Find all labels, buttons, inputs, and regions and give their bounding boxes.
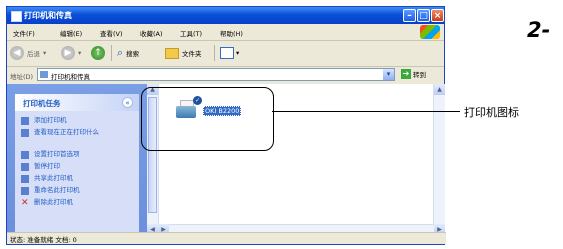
menu-tools[interactable]: 工具(T) bbox=[180, 28, 202, 38]
task-rename[interactable]: 重命名此打印机 bbox=[21, 186, 134, 195]
address-value: 打印机和传真 bbox=[51, 73, 90, 81]
delete-icon: ✕ bbox=[21, 198, 29, 208]
status-text: 状态: 准备就绪 文档: 0 bbox=[10, 236, 77, 244]
printer-tasks-header[interactable]: 打印机任务 « bbox=[15, 94, 139, 111]
queue-icon bbox=[21, 129, 29, 137]
callout-label: 打印机图标 bbox=[464, 106, 519, 119]
up-folder-icon: ↑ bbox=[91, 46, 105, 60]
windows-logo-icon bbox=[420, 25, 440, 39]
leader-line bbox=[272, 111, 460, 112]
folders-button[interactable]: 文件夹 bbox=[165, 45, 202, 61]
task-label: 设置打印首选项 bbox=[34, 150, 80, 158]
go-label: 转到 bbox=[413, 71, 426, 79]
task-pause[interactable]: 暂停打印 bbox=[21, 162, 134, 171]
printer-tasks-title: 打印机任务 bbox=[23, 99, 61, 108]
task-delete[interactable]: ✕ 删除此打印机 bbox=[21, 198, 134, 208]
menu-file[interactable]: 文件(F) bbox=[13, 28, 35, 38]
menu-bar: 文件(F) 编辑(E) 查看(V) 收藏(A) 工具(T) 帮助(H) bbox=[7, 24, 444, 41]
printer-folder-icon bbox=[11, 11, 22, 22]
menu-edit[interactable]: 编辑(E) bbox=[60, 28, 82, 38]
search-icon: ⌕ bbox=[117, 46, 124, 59]
address-bar: 地址(D) 打印机和传真 ▾ ➔ 转到 bbox=[7, 66, 444, 85]
menu-view[interactable]: 查看(V) bbox=[100, 28, 123, 38]
go-arrow-icon: ➔ bbox=[401, 69, 411, 79]
title-bar[interactable]: 打印机和传真 – □ × bbox=[7, 7, 444, 24]
forward-button[interactable]: ▶ ▾ bbox=[61, 45, 81, 61]
task-label: 暂停打印 bbox=[34, 162, 60, 170]
scroll-up-icon[interactable]: ▲ bbox=[434, 84, 445, 95]
folders-label: 文件夹 bbox=[182, 50, 202, 58]
collapse-chevron-icon[interactable]: « bbox=[122, 97, 133, 108]
callout-circle bbox=[141, 87, 274, 151]
search-button[interactable]: ⌕ 搜索 bbox=[117, 45, 139, 61]
toolbar-separator bbox=[214, 45, 215, 61]
task-label: 共享此打印机 bbox=[34, 174, 73, 182]
preferences-icon bbox=[21, 151, 29, 159]
right-scrollbar[interactable]: ▲ bbox=[433, 84, 445, 225]
toolbar-separator bbox=[111, 45, 112, 61]
window-title: 打印机和传真 bbox=[24, 11, 72, 20]
menu-help[interactable]: 帮助(H) bbox=[220, 28, 243, 38]
forward-arrow-icon: ▶ bbox=[61, 46, 75, 60]
step-number: 2- bbox=[527, 18, 551, 42]
up-folder-button[interactable]: ↑ bbox=[91, 45, 105, 61]
search-label: 搜索 bbox=[126, 50, 140, 58]
toolbar: ◀ 后退 ▾ ▶ ▾ ↑ ⌕ 搜索 文件夹 ▾ bbox=[7, 40, 444, 67]
printer-tasks-panel: 打印机任务 « 添加打印机 查看现在正在打印什么 设置打印首选项 暂停打印 共享… bbox=[15, 94, 139, 234]
folders-icon bbox=[165, 47, 179, 59]
views-dropdown-icon: ▾ bbox=[236, 49, 240, 57]
views-button[interactable]: ▾ bbox=[220, 45, 239, 61]
back-dropdown-icon[interactable]: ▾ bbox=[43, 49, 46, 57]
minimize-button[interactable]: – bbox=[403, 9, 416, 22]
pause-icon bbox=[21, 163, 29, 171]
task-label: 添加打印机 bbox=[34, 116, 67, 124]
printer-folder-icon bbox=[40, 71, 48, 78]
task-pane: 打印机任务 « 添加打印机 查看现在正在打印什么 设置打印首选项 暂停打印 共享… bbox=[7, 84, 147, 235]
task-view-queue[interactable]: 查看现在正在打印什么 bbox=[21, 128, 100, 137]
task-share[interactable]: 共享此打印机 bbox=[21, 174, 134, 183]
views-icon bbox=[220, 47, 234, 59]
go-button[interactable]: ➔ 转到 bbox=[401, 69, 426, 79]
close-button[interactable]: × bbox=[431, 9, 444, 22]
forward-dropdown-icon[interactable]: ▾ bbox=[78, 49, 81, 57]
status-bar: 状态: 准备就绪 文档: 0 bbox=[7, 232, 446, 244]
back-arrow-icon: ◀ bbox=[10, 46, 24, 60]
share-icon bbox=[21, 175, 29, 183]
maximize-button[interactable]: □ bbox=[417, 9, 430, 22]
add-printer-icon bbox=[21, 117, 29, 125]
task-label: 重命名此打印机 bbox=[34, 186, 80, 194]
task-add-printer[interactable]: 添加打印机 bbox=[21, 116, 134, 125]
back-button[interactable]: ◀ 后退 ▾ bbox=[10, 45, 46, 61]
back-label: 后退 bbox=[27, 50, 40, 58]
address-field[interactable]: 打印机和传真 ▾ bbox=[37, 68, 395, 81]
rename-icon bbox=[21, 187, 29, 195]
task-label: 查看现在正在打印什么 bbox=[34, 128, 99, 136]
address-label: 地址(D) bbox=[10, 73, 34, 81]
task-label: 删除此打印机 bbox=[34, 198, 73, 206]
address-dropdown-icon[interactable]: ▾ bbox=[383, 69, 394, 80]
menu-favorites[interactable]: 收藏(A) bbox=[140, 28, 163, 38]
task-preferences[interactable]: 设置打印首选项 bbox=[21, 150, 134, 159]
